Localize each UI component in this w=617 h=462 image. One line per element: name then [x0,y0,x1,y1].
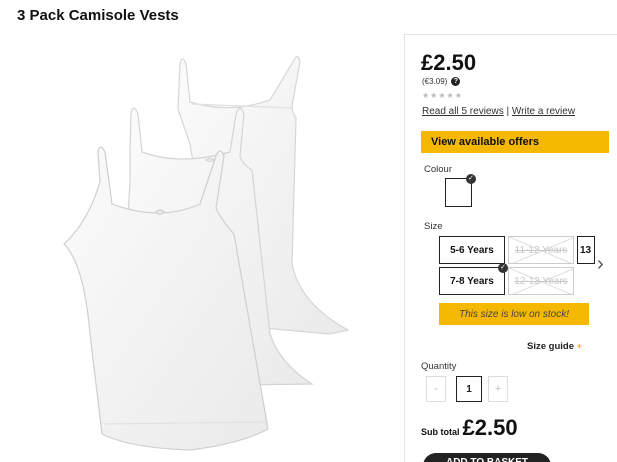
size-option-5-6[interactable]: 5-6 Years [439,236,505,264]
size-label: Size [424,221,443,232]
size-option-12-13[interactable]: 12-13 Years [508,267,574,295]
size-option-11-12[interactable]: 11-12 Years [508,236,574,264]
plus-icon: + [576,341,583,352]
product-image[interactable] [30,34,390,462]
alt-currency-price: (€3.09) ? [422,77,461,86]
low-stock-banner: This size is low on stock! [439,303,589,325]
size-option-label: 11-12 Years [514,244,568,256]
quantity-decrease-button[interactable]: - [426,376,446,402]
subtotal: Sub total £2.50 [421,415,518,441]
quantity-input[interactable]: 1 [456,376,482,402]
subtotal-value: £2.50 [462,415,518,440]
product-title: 3 Pack Camisole Vests [17,7,179,24]
write-review-link[interactable]: Write a review [512,106,575,117]
reviews-links: Read all 5 reviews | Write a review [422,106,575,117]
panel-top-border [404,34,617,35]
panel-divider [404,34,405,462]
read-reviews-link[interactable]: Read all 5 reviews [422,106,504,117]
quantity-increase-button[interactable]: + [488,376,508,402]
size-guide-label: Size guide [527,341,574,352]
euro-price: (€3.09) [422,77,448,86]
camisole-image [63,55,350,451]
product-price: £2.50 [421,50,477,75]
size-option-7-8[interactable]: 7-8 Years [439,267,505,295]
selected-check-icon: ✓ [466,174,476,184]
help-icon[interactable]: ? [451,77,461,86]
quantity-label: Quantity [421,361,457,372]
chevron-right-icon[interactable]: › [597,253,604,276]
view-offers-button[interactable]: View available offers [421,131,609,153]
review-separator: | [506,106,510,117]
selected-check-icon: ✓ [498,263,508,273]
size-guide-link[interactable]: Size guide + [527,341,582,352]
size-option-13[interactable]: 13 [577,236,595,264]
colour-label: Colour [424,164,452,175]
add-to-basket-button[interactable]: ADD TO BASKET [423,453,551,462]
subtotal-label: Sub total [421,427,460,437]
rating-stars: ★★★★★ [422,91,463,100]
size-option-label: 12-13 Years [514,275,568,287]
